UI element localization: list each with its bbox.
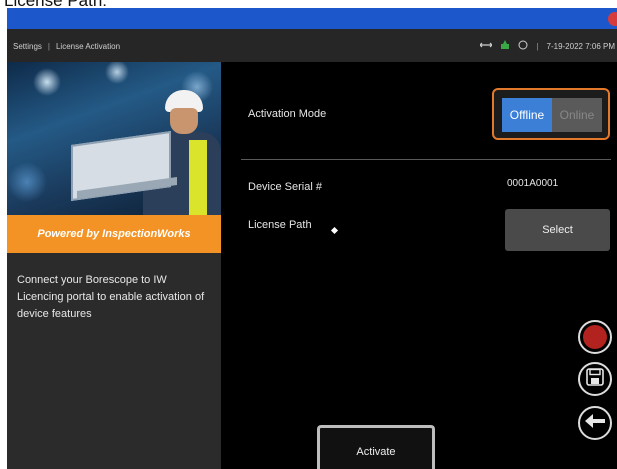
back-button[interactable] [578, 406, 612, 440]
promo-panel: Powered by InspectionWorks Connect your … [7, 62, 221, 469]
hero-image [7, 62, 221, 215]
usb-icon [479, 41, 494, 51]
status-bar: Settings | License Activation | 7-19-2022 … [7, 29, 617, 62]
datetime-text: 7-19-2022 7:06 PM [546, 41, 616, 51]
license-path-label: License Path [248, 219, 312, 231]
back-arrow-icon [585, 413, 605, 433]
license-activation-form: Activation Mode Offline Online Device Se… [221, 62, 617, 469]
save-icon [586, 367, 604, 391]
record-button[interactable] [578, 320, 612, 354]
top-accent-bar [7, 8, 617, 29]
recording-indicator-dot [608, 12, 617, 26]
device-serial-label: Device Serial # [248, 181, 322, 193]
activation-mode-toggle[interactable]: Offline Online [492, 88, 610, 140]
breadcrumb-item-settings[interactable]: Settings [13, 42, 42, 51]
mode-option-online[interactable]: Online [552, 98, 602, 132]
battery-charging-icon [500, 40, 510, 52]
activate-button[interactable]: Activate [317, 425, 435, 469]
status-separator: | [536, 41, 539, 51]
device-screen: Settings | License Activation | 7-19-2022 … [7, 8, 617, 469]
breadcrumb-item-license-activation: License Activation [55, 42, 121, 51]
brand-banner: Powered by InspectionWorks [7, 215, 221, 253]
cursor-pointer-icon [330, 226, 339, 235]
mode-option-offline[interactable]: Offline [502, 98, 552, 132]
breadcrumb-separator: | [47, 42, 50, 51]
save-button[interactable] [578, 362, 612, 396]
promo-description: Connect your Borescope to IW Licencing p… [17, 274, 205, 320]
activation-mode-label: Activation Mode [248, 108, 327, 120]
section-divider [241, 159, 611, 160]
select-license-button[interactable]: Select [505, 209, 610, 251]
wifi-icon [518, 40, 528, 52]
device-serial-value: 0001A0001 [507, 178, 559, 189]
breadcrumb: Settings | License Activation [13, 42, 120, 51]
record-icon [583, 325, 607, 349]
status-icons: | 7-19-2022 7:06 PM [479, 40, 616, 52]
